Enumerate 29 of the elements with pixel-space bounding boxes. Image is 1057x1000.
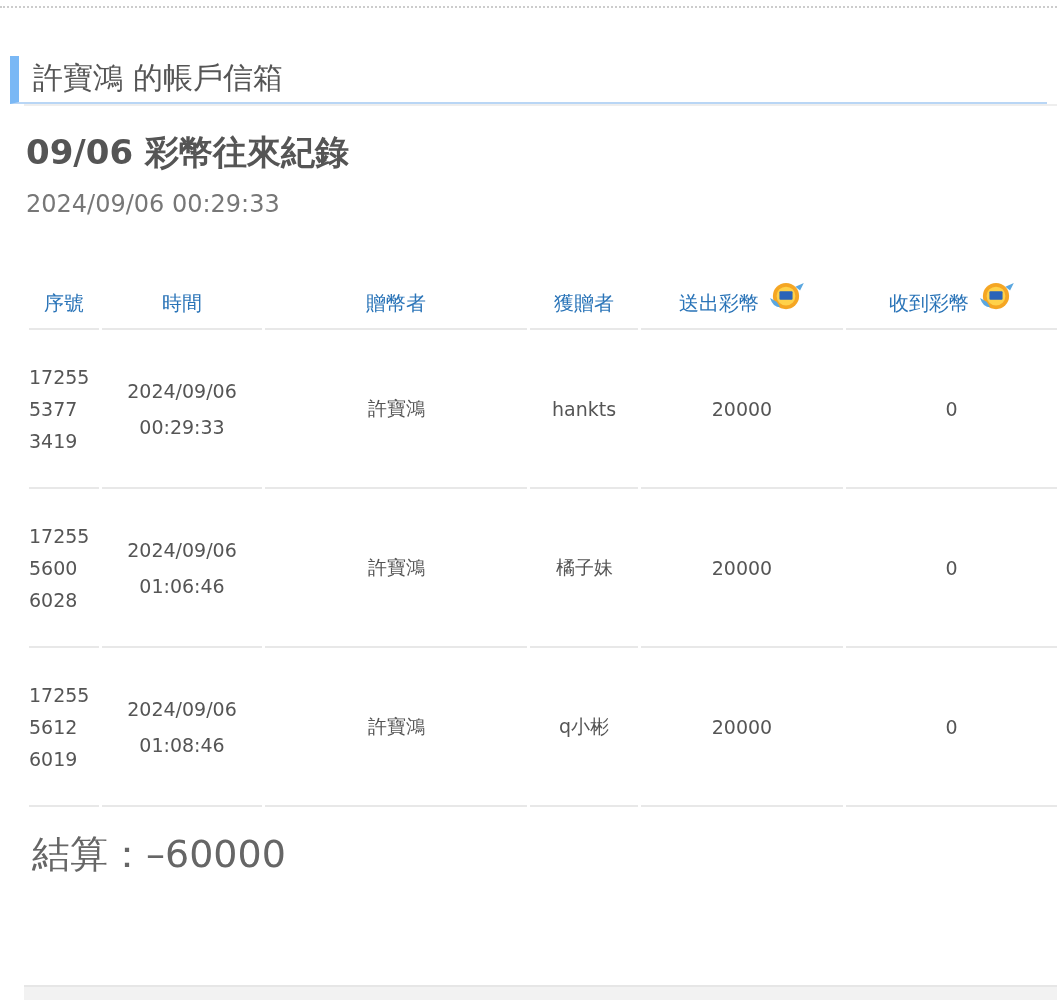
column-header: 序號 (29, 278, 99, 330)
receiver-cell: q小彬 (530, 648, 638, 807)
section-title: 許寶鴻 的帳戶信箱 (33, 60, 283, 95)
sent-coins-cell: 20000 (641, 648, 843, 807)
timestamp: 2024/09/06 00:29:33 (26, 190, 281, 218)
sent-coins-cell: 20000 (641, 489, 843, 648)
giver-cell: 許寶鴻 (265, 330, 527, 489)
column-header: 送出彩幣 (641, 278, 843, 330)
receiver-cell: 橘子妹 (530, 489, 638, 648)
settlement-total: 結算：–60000 (32, 831, 287, 878)
receiver-cell: hankts (530, 330, 638, 489)
time-cell: 2024/09/06 01:08:46 (102, 648, 262, 807)
time-cell: 2024/09/06 00:29:33 (102, 330, 262, 489)
giver-cell: 許寶鴻 (265, 648, 527, 807)
coin-icon (767, 281, 805, 311)
received-coins-cell: 0 (846, 648, 1057, 807)
time-cell: 2024/09/06 01:06:46 (102, 489, 262, 648)
serial-number: 17255 5377 3419 (29, 330, 99, 489)
serial-number: 17255 5612 6019 (29, 648, 99, 807)
serial-number: 17255 5600 6028 (29, 489, 99, 648)
column-header: 收到彩幣 (846, 278, 1057, 330)
column-header: 時間 (102, 278, 262, 330)
received-coins-cell: 0 (846, 330, 1057, 489)
page-heading: 09/06 彩幣往來紀錄 (24, 104, 1057, 176)
received-coins-cell: 0 (846, 489, 1057, 648)
column-header: 獲贈者 (530, 278, 638, 330)
sent-coins-cell: 20000 (641, 330, 843, 489)
giver-cell: 許寶鴻 (265, 489, 527, 648)
column-header: 贈幣者 (265, 278, 527, 330)
